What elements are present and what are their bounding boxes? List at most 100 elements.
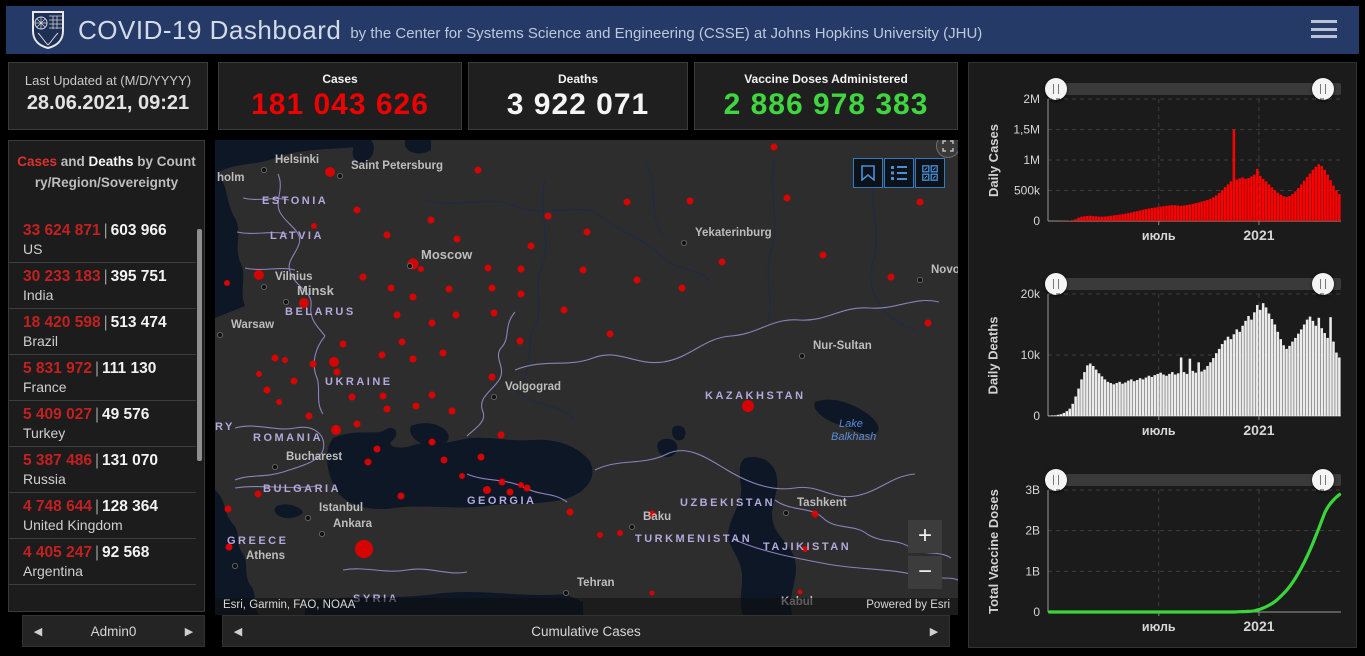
case-dot[interactable] bbox=[517, 338, 524, 345]
case-dot[interactable] bbox=[446, 286, 453, 293]
case-dot[interactable] bbox=[225, 506, 232, 513]
case-dot[interactable] bbox=[584, 229, 591, 236]
case-dot[interactable] bbox=[340, 341, 347, 348]
list-item[interactable]: 30 233 183|395 751India bbox=[9, 263, 196, 309]
case-dot[interactable] bbox=[429, 439, 436, 446]
case-dot[interactable] bbox=[524, 485, 531, 492]
case-dot[interactable] bbox=[255, 491, 262, 498]
case-dot[interactable] bbox=[478, 454, 485, 461]
case-dot[interactable] bbox=[384, 232, 391, 239]
prev-arrow-icon[interactable]: ◀ bbox=[223, 625, 253, 638]
case-dot[interactable] bbox=[499, 479, 506, 486]
case-dot[interactable] bbox=[413, 403, 420, 410]
zoom-in-button[interactable]: + bbox=[908, 520, 942, 553]
case-dot[interactable] bbox=[784, 195, 791, 202]
basemap-button[interactable] bbox=[915, 158, 945, 188]
case-dot[interactable] bbox=[650, 591, 655, 596]
case-dot[interactable] bbox=[489, 285, 496, 292]
case-dot[interactable] bbox=[355, 540, 373, 558]
case-dot[interactable] bbox=[398, 493, 405, 500]
case-dot[interactable] bbox=[354, 421, 361, 428]
case-dot[interactable] bbox=[561, 307, 568, 314]
list-item[interactable]: 33 624 871|603 966US bbox=[9, 217, 196, 263]
case-dot[interactable] bbox=[331, 425, 341, 435]
map-tab-label[interactable]: Cumulative Cases bbox=[531, 624, 641, 639]
case-dot[interactable] bbox=[311, 223, 317, 229]
case-dot[interactable] bbox=[291, 378, 298, 385]
case-dot[interactable] bbox=[384, 406, 391, 413]
case-dot[interactable] bbox=[374, 446, 381, 453]
next-arrow-icon[interactable]: ▶ bbox=[919, 625, 949, 638]
case-dot[interactable] bbox=[485, 265, 492, 272]
case-dot[interactable] bbox=[354, 207, 361, 214]
case-dot[interactable] bbox=[771, 144, 778, 151]
case-dot[interactable] bbox=[597, 532, 603, 538]
case-dot[interactable] bbox=[399, 339, 406, 346]
list-item[interactable]: 5 831 972|111 130France bbox=[9, 355, 196, 401]
list-scrollbar[interactable] bbox=[197, 229, 202, 461]
case-dot[interactable] bbox=[491, 310, 498, 317]
case-dot[interactable] bbox=[634, 277, 641, 284]
list-item[interactable]: 4 748 644|128 364United Kingdom bbox=[9, 493, 196, 539]
case-dot[interactable] bbox=[483, 486, 491, 494]
case-dot[interactable] bbox=[254, 270, 264, 280]
case-dot[interactable] bbox=[454, 236, 461, 243]
case-dot[interactable] bbox=[607, 331, 614, 338]
case-dot[interactable] bbox=[282, 357, 288, 363]
case-dot[interactable] bbox=[820, 252, 827, 259]
case-dot[interactable] bbox=[418, 266, 424, 272]
case-dot[interactable] bbox=[449, 408, 456, 415]
case-dot[interactable] bbox=[518, 291, 525, 298]
case-dot[interactable] bbox=[272, 355, 279, 362]
case-dot[interactable] bbox=[429, 320, 436, 327]
case-dot[interactable] bbox=[453, 312, 460, 319]
case-dot[interactable] bbox=[264, 387, 271, 394]
case-dot[interactable] bbox=[719, 259, 726, 266]
case-dot[interactable] bbox=[410, 356, 417, 363]
case-dot[interactable] bbox=[617, 530, 623, 536]
case-dot[interactable] bbox=[329, 357, 339, 367]
case-dot[interactable] bbox=[459, 473, 465, 479]
case-dot[interactable] bbox=[528, 243, 535, 250]
case-dot[interactable] bbox=[498, 432, 505, 439]
case-dot[interactable] bbox=[334, 369, 341, 376]
case-dot[interactable] bbox=[812, 511, 819, 518]
menu-icon[interactable] bbox=[1311, 20, 1337, 40]
zoom-out-button[interactable]: − bbox=[908, 556, 942, 589]
case-dot[interactable] bbox=[624, 199, 631, 206]
case-dot[interactable] bbox=[306, 413, 313, 420]
map[interactable]: ESTONIALATVIABELARUSUKRAINEROMANIABULGAR… bbox=[215, 140, 958, 615]
list-item[interactable]: 5 387 486|131 070Russia bbox=[9, 447, 196, 493]
case-dot[interactable] bbox=[380, 393, 387, 400]
case-dot[interactable] bbox=[679, 285, 686, 292]
list-item[interactable]: 5 409 027|49 576Turkey bbox=[9, 401, 196, 447]
case-dot[interactable] bbox=[224, 280, 230, 286]
case-dot[interactable] bbox=[518, 482, 524, 488]
case-dot[interactable] bbox=[518, 266, 525, 273]
case-dot[interactable] bbox=[798, 590, 803, 595]
case-dot[interactable] bbox=[310, 361, 317, 368]
case-dot[interactable] bbox=[475, 167, 482, 174]
case-dot[interactable] bbox=[349, 394, 356, 401]
list-item[interactable]: 18 420 598|513 474Brazil bbox=[9, 309, 196, 355]
case-dot[interactable] bbox=[917, 199, 924, 206]
bookmark-button[interactable] bbox=[853, 158, 883, 188]
case-dot[interactable] bbox=[489, 374, 496, 381]
prev-arrow-icon[interactable]: ◀ bbox=[23, 625, 53, 638]
case-dot[interactable] bbox=[276, 399, 282, 405]
case-dot[interactable] bbox=[360, 274, 367, 281]
case-dot[interactable] bbox=[325, 167, 335, 177]
powered-by-esri[interactable]: Powered by Esri bbox=[866, 599, 950, 615]
legend-button[interactable] bbox=[884, 158, 914, 188]
map-canvas[interactable]: ESTONIALATVIABELARUSUKRAINEROMANIABULGAR… bbox=[215, 140, 958, 615]
case-dot[interactable] bbox=[441, 457, 448, 464]
case-dot[interactable] bbox=[428, 217, 435, 224]
case-dot[interactable] bbox=[580, 267, 587, 274]
case-dot[interactable] bbox=[888, 274, 895, 281]
case-dot[interactable] bbox=[545, 213, 552, 220]
case-dot[interactable] bbox=[440, 350, 447, 357]
list-item[interactable]: 4 405 247|92 568Argentina bbox=[9, 539, 196, 585]
case-dot[interactable] bbox=[256, 371, 262, 377]
case-dot[interactable] bbox=[567, 509, 574, 516]
admin-tab-label[interactable]: Admin0 bbox=[91, 624, 137, 639]
